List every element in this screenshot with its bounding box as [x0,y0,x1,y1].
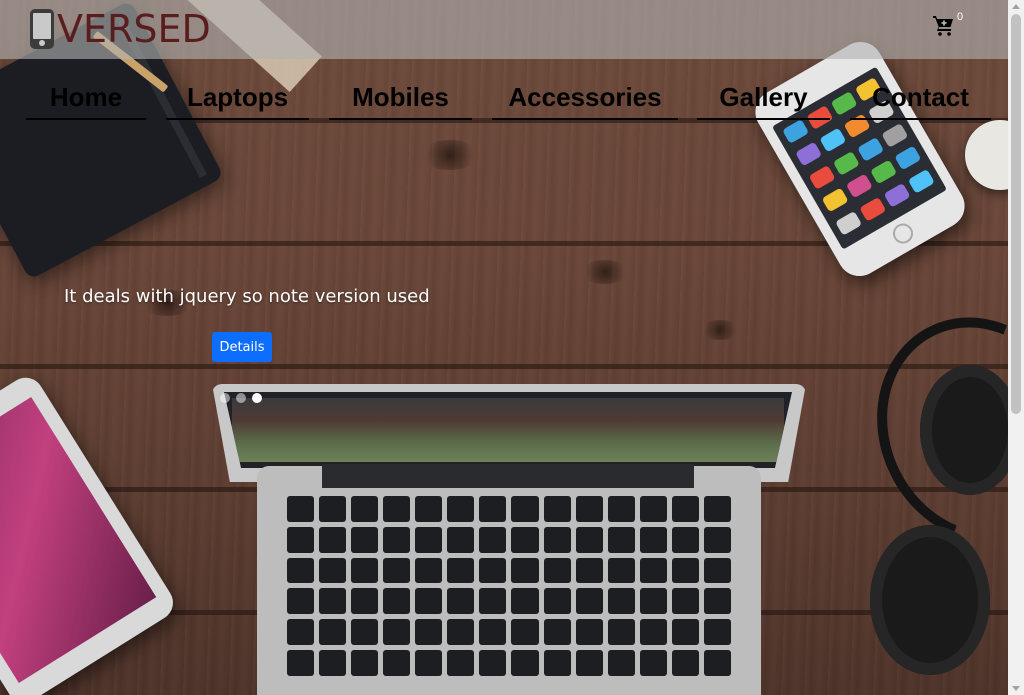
scroll-up-arrow-icon[interactable] [1012,4,1020,9]
carousel-dot-1[interactable] [220,393,230,403]
clock-decoration [965,120,1008,190]
header-bar: VERSED 0 [0,0,1008,59]
main-nav: Home Laptops Mobiles Accessories Gallery… [0,59,1008,129]
nav-mobiles[interactable]: Mobiles [329,80,472,120]
phone-icon [30,9,54,49]
nav-accessories[interactable]: Accessories [492,80,678,120]
details-button[interactable]: Details [212,332,272,362]
scrollbar-thumb[interactable] [1011,14,1021,414]
carousel-dot-2[interactable] [236,393,246,403]
carousel-indicators [220,393,262,403]
tablet-decoration [0,370,180,695]
brand-name: VERSED [57,7,211,51]
cart-count-badge: 0 [957,11,964,23]
page-scrollbar[interactable] [1008,0,1024,695]
nav-gallery[interactable]: Gallery [697,80,830,120]
laptop-decoration [212,384,806,695]
nav-laptops[interactable]: Laptops [166,80,309,120]
carousel-dot-3[interactable] [252,393,262,403]
cart-plus-icon [933,16,953,36]
headphones-decoration [840,283,1008,695]
hero-caption: It deals with jquery so note version use… [64,286,430,307]
nav-home[interactable]: Home [26,80,146,120]
brand-logo[interactable]: VERSED [30,7,211,51]
scroll-down-arrow-icon[interactable] [1012,686,1020,691]
nav-contact[interactable]: Contact [850,80,991,120]
cart-button[interactable]: 0 [932,11,964,42]
